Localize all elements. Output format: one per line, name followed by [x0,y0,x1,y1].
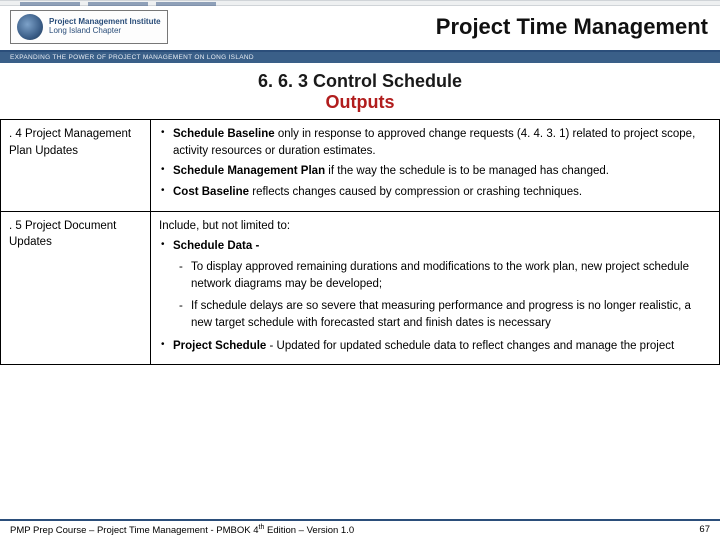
bullet-rest: reflects changes caused by compression o… [252,186,582,198]
pmi-logo-text: Project Management Institute Long Island… [49,18,161,36]
footer-page: 67 [699,524,710,536]
row-label: . 5 Project Document Updates [1,211,151,365]
bullet-list: Schedule Data - [159,238,711,255]
footer-text-b: Edition – Version 1.0 [264,525,354,536]
footer-text-a: PMP Prep Course – Project Time Managemen… [10,525,259,536]
bullet-list: Project Schedule - Updated for updated s… [159,338,711,355]
slide-footer: PMP Prep Course – Project Time Managemen… [0,519,720,536]
bullet-list: Schedule Baseline only in response to ap… [159,126,711,201]
row-lead: Include, but not limited to: [159,218,711,235]
tagline: EXPANDING THE POWER OF PROJECT MANAGEMEN… [0,52,720,63]
bullet-item: Schedule Management Plan if the way the … [159,163,711,180]
table-row: . 5 Project Document UpdatesInclude, but… [1,211,720,365]
bullet-item: Schedule Data - [159,238,711,255]
slide-header: Project Management Institute Long Island… [0,6,720,52]
section-subtitle: Outputs [0,92,720,113]
row-content: Schedule Baseline only in response to ap… [151,120,720,212]
bullet-item: Cost Baseline reflects changes caused by… [159,184,711,201]
row-label: . 4 Project Management Plan Updates [1,120,151,212]
sub-list: To display approved remaining durations … [159,259,711,332]
bullet-rest: - Updated for updated schedule data to r… [266,340,674,352]
row-content: Include, but not limited to: Schedule Dat… [151,211,720,365]
bullet-bold: Cost Baseline [173,186,252,198]
bullet-item: Schedule Baseline only in response to ap… [159,126,711,159]
bullet-item: Project Schedule - Updated for updated s… [159,338,711,355]
pmi-logo: Project Management Institute Long Island… [10,10,168,44]
bullet-bold: Schedule Baseline [173,128,275,140]
sub-item: To display approved remaining durations … [179,259,711,292]
pmi-logo-icon [17,14,43,40]
footer-left: PMP Prep Course – Project Time Managemen… [10,524,354,536]
bullet-rest: if the way the schedule is to be managed… [325,165,609,177]
bullet-bold: Project Schedule [173,340,266,352]
sub-item: If schedule delays are so severe that me… [179,298,711,331]
section-title: 6. 6. 3 Control Schedule [0,71,720,92]
bullet-bold: Schedule Management Plan [173,165,325,177]
bullet-bold: Schedule Data - [173,240,259,252]
outputs-table: . 4 Project Management Plan UpdatesSched… [0,119,720,365]
table-row: . 4 Project Management Plan UpdatesSched… [1,120,720,212]
logo-line2: Long Island Chapter [49,27,161,36]
page-title: Project Time Management [180,14,710,40]
